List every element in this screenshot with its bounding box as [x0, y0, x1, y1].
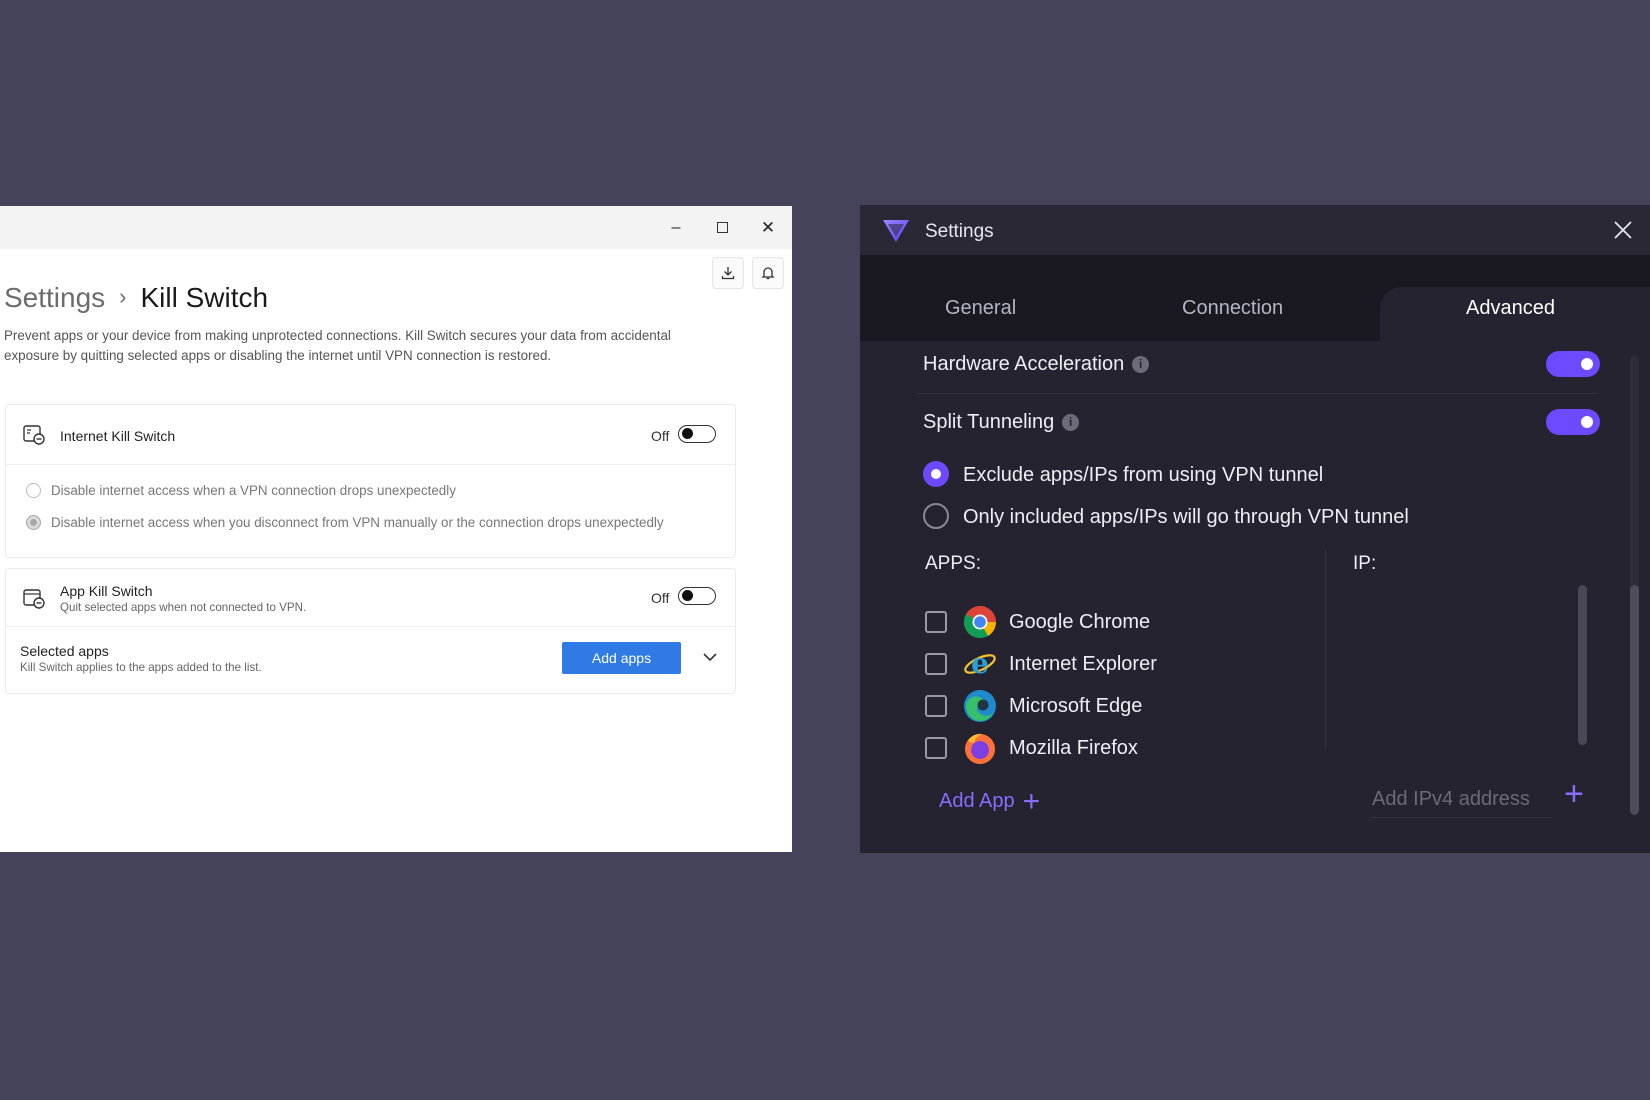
- edge-icon: [964, 690, 996, 722]
- title-bar: – ✕: [0, 206, 792, 249]
- internet-kill-switch-toggle[interactable]: [678, 425, 716, 443]
- close-icon[interactable]: [1612, 219, 1634, 241]
- add-ip-plus-icon[interactable]: +: [1564, 775, 1584, 814]
- internet-option-1-label: Disable internet access when a VPN conne…: [51, 483, 456, 498]
- split-tunneling-setting: Split Tunneling i: [923, 411, 1080, 434]
- checkbox[interactable]: [925, 695, 947, 717]
- window-title: Settings: [925, 221, 994, 242]
- title-bar: Settings: [860, 205, 1650, 255]
- vpn-settings-window: Settings General Connection Advanced Har…: [860, 205, 1650, 853]
- tab-general[interactable]: General: [945, 297, 1016, 320]
- firefox-icon: [965, 733, 995, 764]
- app-name: Microsoft Edge: [1009, 695, 1143, 717]
- internet-option-2-label: Disable internet access when you disconn…: [51, 515, 664, 530]
- ip-list-scrollbar[interactable]: [1578, 585, 1587, 745]
- selected-apps-subtitle: Kill Switch applies to the apps added to…: [20, 661, 262, 674]
- vpn-logo-icon: [883, 220, 909, 242]
- download-button[interactable]: [712, 257, 744, 289]
- app-kill-switch-state: Off: [651, 590, 670, 606]
- close-button[interactable]: ✕: [754, 214, 782, 242]
- info-icon[interactable]: i: [1062, 414, 1080, 431]
- app-kill-switch-subtitle: Quit selected apps when not connected to…: [60, 601, 307, 614]
- app-kill-switch-toggle[interactable]: [678, 587, 716, 605]
- mode-include-label: Only included apps/IPs will go through V…: [963, 506, 1409, 528]
- mode-exclude-option[interactable]: Exclude apps/IPs from using VPN tunnel: [923, 461, 1323, 487]
- radio-button[interactable]: [923, 461, 949, 487]
- tab-bar: General Connection Advanced: [860, 255, 1650, 347]
- add-app-label: Add App: [939, 790, 1015, 812]
- internet-kill-switch-title: Internet Kill Switch: [60, 428, 176, 444]
- radio-button[interactable]: [26, 483, 41, 498]
- selected-apps-title: Selected apps: [20, 643, 109, 659]
- breadcrumb-root[interactable]: Settings: [4, 282, 105, 313]
- app-window-icon: [23, 589, 45, 609]
- internet-kill-switch-card: Internet Kill Switch Off Disable interne…: [5, 404, 736, 558]
- column-divider: [1325, 550, 1326, 750]
- page-title: Kill Switch: [140, 282, 269, 313]
- download-icon: [721, 267, 735, 280]
- divider: [918, 393, 1598, 394]
- apps-header: APPS:: [925, 553, 981, 574]
- checkbox[interactable]: [925, 737, 947, 759]
- tab-connection[interactable]: Connection: [1182, 297, 1283, 320]
- internet-kill-switch-row: Internet Kill Switch Off: [6, 405, 735, 465]
- maximize-button[interactable]: [708, 214, 736, 242]
- app-name: Mozilla Firefox: [1009, 737, 1138, 759]
- app-kill-switch-card: App Kill Switch Quit selected apps when …: [5, 568, 736, 694]
- checkbox[interactable]: [925, 611, 947, 633]
- chrome-icon: [963, 606, 997, 639]
- ip-header: IP:: [1353, 553, 1377, 574]
- chevron-down-icon[interactable]: [700, 647, 720, 667]
- app-name: Internet Explorer: [1009, 653, 1157, 675]
- app-kill-switch-title: App Kill Switch: [60, 583, 153, 599]
- mode-include-option[interactable]: Only included apps/IPs will go through V…: [923, 503, 1409, 529]
- internet-explorer-icon: e: [964, 647, 996, 680]
- page-description: Prevent apps or your device from making …: [4, 328, 671, 363]
- split-tunneling-toggle[interactable]: [1546, 409, 1600, 435]
- split-tunneling-label: Split Tunneling: [923, 411, 1055, 433]
- globe-shield-icon: [23, 425, 45, 445]
- hardware-acceleration-setting: Hardware Acceleration i: [923, 353, 1150, 376]
- hardware-acceleration-label: Hardware Acceleration: [923, 353, 1125, 375]
- kill-switch-window: – ✕ Settings › Kill Switch Prevent apps or…: [0, 206, 792, 852]
- internet-option-1[interactable]: Disable internet access when a VPN conne…: [26, 483, 456, 498]
- internet-option-2[interactable]: Disable internet access when you disconn…: [26, 515, 664, 530]
- breadcrumb: Settings › Kill Switch: [4, 282, 268, 314]
- radio-button[interactable]: [26, 515, 41, 530]
- svg-text:e: e: [971, 647, 989, 680]
- app-kill-switch-row: App Kill Switch Quit selected apps when …: [6, 569, 735, 627]
- app-name: Google Chrome: [1009, 611, 1151, 633]
- plus-icon: +: [1022, 785, 1041, 818]
- bell-icon: [761, 267, 775, 280]
- settings-scrollbar[interactable]: [1630, 585, 1639, 815]
- info-icon[interactable]: i: [1132, 356, 1150, 373]
- mode-exclude-label: Exclude apps/IPs from using VPN tunnel: [963, 464, 1324, 486]
- tab-advanced[interactable]: Advanced: [1466, 297, 1555, 320]
- add-app-button[interactable]: Add App +: [939, 785, 1040, 819]
- minimize-button[interactable]: –: [662, 214, 690, 242]
- radio-button[interactable]: [923, 503, 949, 529]
- internet-kill-switch-state: Off: [651, 428, 670, 444]
- add-apps-button[interactable]: Add apps: [562, 642, 681, 674]
- hardware-acceleration-toggle[interactable]: [1546, 351, 1600, 377]
- notifications-button[interactable]: [752, 257, 784, 289]
- breadcrumb-separator: ›: [119, 284, 127, 309]
- ipv4-address-input[interactable]: [1370, 781, 1552, 818]
- checkbox[interactable]: [925, 653, 947, 675]
